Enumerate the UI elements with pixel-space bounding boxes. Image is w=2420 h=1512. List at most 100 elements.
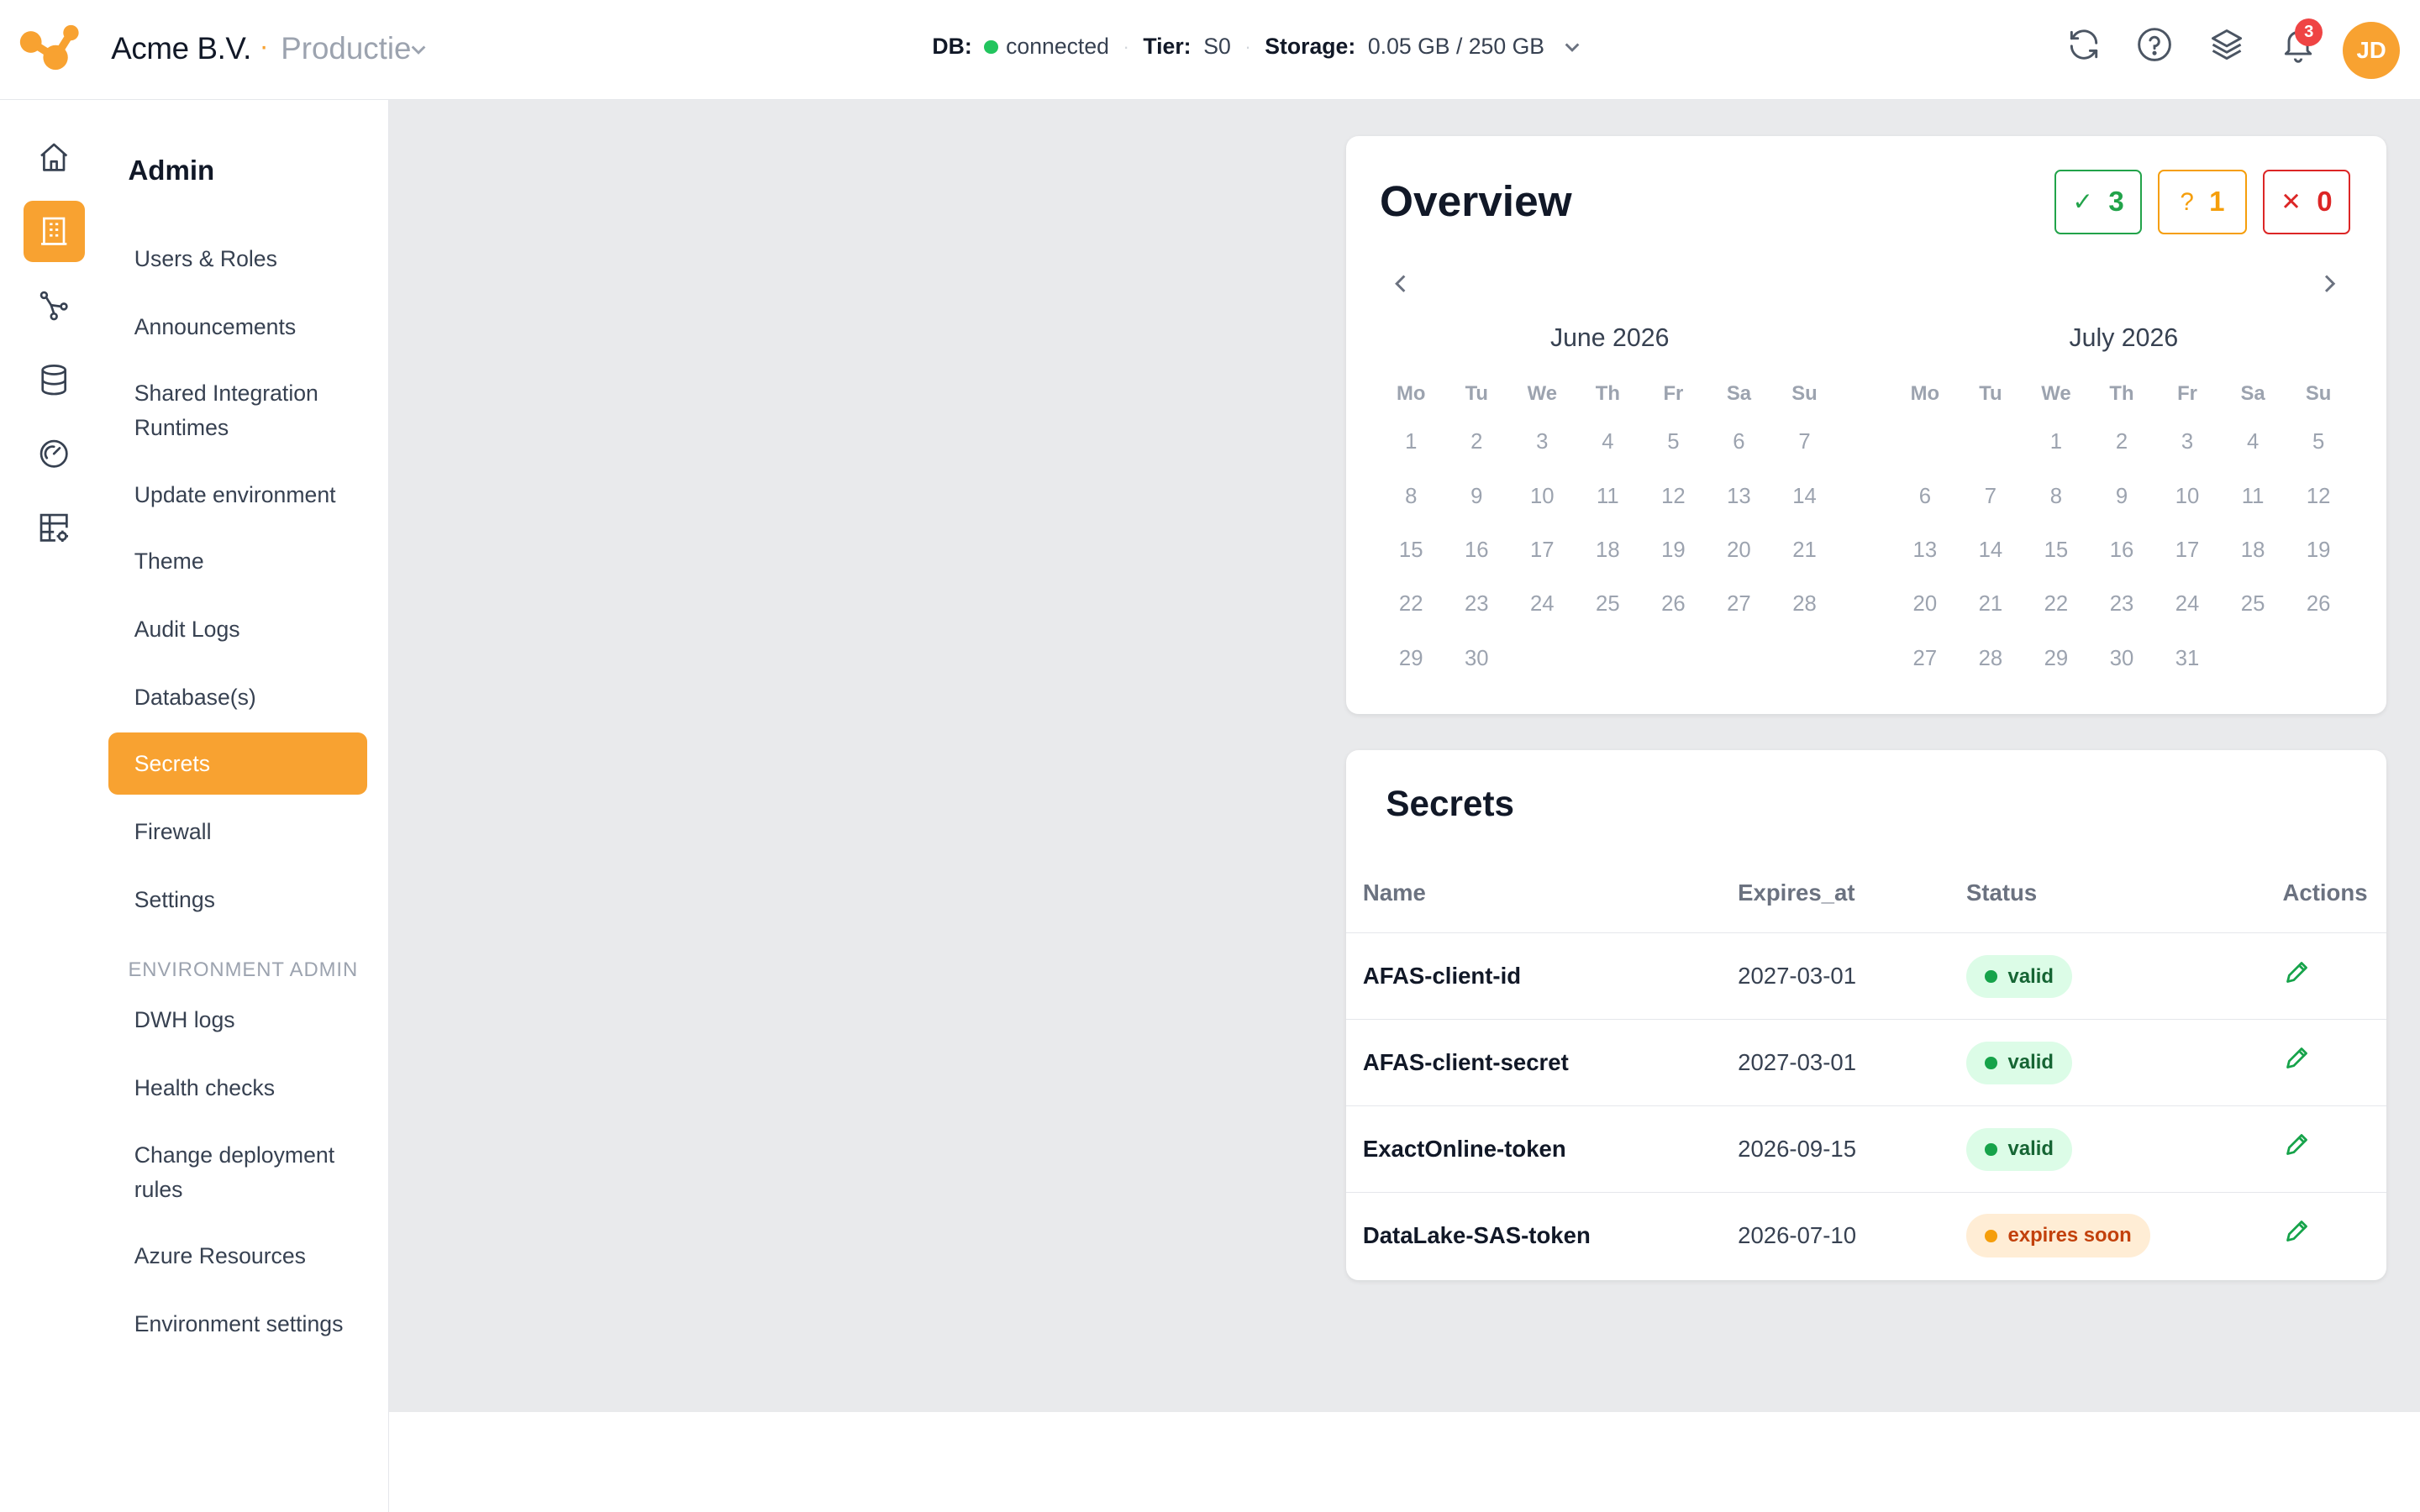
valid-count-badge[interactable]: ✓ 3 — [2054, 170, 2143, 235]
calendar-day[interactable]: 7 — [1771, 430, 1837, 484]
sidebar-item-theme[interactable]: Theme — [108, 544, 368, 578]
calendar-day[interactable]: 22 — [1378, 592, 1444, 646]
calendar-day[interactable]: 19 — [1640, 538, 1706, 592]
edit-icon[interactable] — [2283, 1044, 2311, 1072]
calendar-day[interactable]: 23 — [1444, 592, 1509, 646]
sidebar-item-change-deployment-rules[interactable]: Change deployment rules — [108, 1138, 340, 1206]
calendar-day[interactable]: 26 — [1640, 592, 1706, 646]
calendar-day[interactable]: 24 — [1509, 592, 1575, 646]
calendar-day[interactable]: 25 — [1575, 592, 1640, 646]
calendar-day[interactable]: 12 — [1640, 485, 1706, 538]
calendar-day[interactable]: 23 — [2089, 592, 2154, 646]
edit-icon[interactable] — [2283, 1217, 2311, 1245]
calendar-day[interactable]: 1 — [1378, 430, 1444, 484]
calendar-day[interactable]: 27 — [1892, 647, 1958, 701]
calendar-day[interactable]: 17 — [2154, 538, 2220, 592]
calendar-day[interactable]: 4 — [1575, 430, 1640, 484]
calendar-day[interactable]: 20 — [1706, 538, 1771, 592]
rail-item-admin[interactable] — [23, 200, 86, 263]
calendar-day[interactable]: 2 — [1444, 430, 1509, 484]
calendar-day[interactable]: 22 — [2023, 592, 2089, 646]
table-row[interactable]: DataLake-SAS-token 2026-07-10 expires so… — [1346, 1193, 2386, 1279]
chevron-left-icon[interactable] — [1389, 271, 1413, 296]
calendar-day[interactable]: 24 — [2154, 592, 2220, 646]
calendar-day[interactable]: 13 — [1706, 485, 1771, 538]
calendar-day[interactable]: 25 — [2220, 592, 2286, 646]
sidebar-item-audit-logs[interactable]: Audit Logs — [108, 612, 368, 646]
table-row[interactable]: AFAS-client-secret 2027-03-01 valid — [1345, 1020, 2386, 1106]
sidebar-item-health-checks[interactable]: Health checks — [108, 1071, 368, 1105]
calendar-day[interactable]: 21 — [1958, 592, 2023, 646]
calendar-day[interactable]: 6 — [1706, 430, 1771, 484]
calendar-day[interactable]: 16 — [2089, 538, 2154, 592]
calendar-day[interactable]: 14 — [1771, 485, 1837, 538]
sidebar-item-settings[interactable]: Settings — [108, 883, 368, 916]
calendar-day[interactable]: 15 — [2023, 538, 2089, 592]
table-row[interactable]: AFAS-client-id 2027-03-01 valid — [1345, 933, 2386, 1021]
chevron-down-icon[interactable] — [1563, 39, 1581, 55]
calendar-day[interactable]: 16 — [1444, 538, 1509, 592]
error-count-badge[interactable]: ✕ 0 — [2262, 170, 2351, 235]
sidebar-item-azure-resources[interactable]: Azure Resources — [108, 1239, 368, 1273]
calendar-day[interactable]: 13 — [1892, 538, 1958, 592]
sidebar-item-announcements[interactable]: Announcements — [108, 310, 368, 344]
sidebar-item-secrets[interactable]: Secrets — [108, 732, 368, 795]
notification-badge[interactable]: 3 — [2295, 18, 2323, 47]
rail-item-home[interactable] — [24, 127, 85, 188]
calendar-day[interactable]: 6 — [1892, 485, 1958, 538]
calendar-day[interactable]: 12 — [2286, 485, 2351, 538]
avatar[interactable]: JD — [2343, 21, 2401, 79]
calendar-day[interactable]: 11 — [2220, 485, 2286, 538]
calendar-day[interactable]: 8 — [2023, 485, 2089, 538]
column-header-status[interactable]: Status — [1966, 879, 2037, 906]
layers-icon[interactable] — [2208, 26, 2245, 63]
calendar-day[interactable]: 3 — [1509, 430, 1575, 484]
refresh-icon[interactable] — [2065, 26, 2102, 63]
column-header-expires[interactable]: Expires_at — [1738, 879, 1854, 906]
calendar-day[interactable]: 15 — [1378, 538, 1444, 592]
warning-count-badge[interactable]: ? 1 — [2157, 170, 2248, 235]
sidebar-item-users-roles[interactable]: Users & Roles — [108, 242, 368, 276]
app-logo[interactable] — [18, 24, 80, 73]
rail-item-tables[interactable] — [24, 496, 85, 558]
edit-icon[interactable] — [2283, 1131, 2311, 1158]
calendar-day[interactable]: 10 — [2154, 485, 2220, 538]
calendar-day[interactable]: 2 — [2089, 430, 2154, 484]
calendar-day[interactable]: 21 — [1771, 538, 1837, 592]
calendar-day[interactable]: 29 — [2023, 647, 2089, 701]
calendar-day[interactable]: 30 — [1444, 647, 1509, 701]
help-icon[interactable] — [2136, 26, 2173, 63]
sidebar-item-environment-settings[interactable]: Environment settings — [108, 1307, 368, 1341]
chevron-right-icon[interactable] — [2317, 271, 2341, 296]
calendar-day[interactable]: 9 — [2089, 485, 2154, 538]
calendar-day[interactable]: 29 — [1378, 647, 1444, 701]
calendar-day[interactable]: 27 — [1706, 592, 1771, 646]
sidebar-item-firewall[interactable]: Firewall — [108, 815, 368, 848]
calendar-day[interactable]: 7 — [1958, 485, 2023, 538]
calendar-day[interactable]: 28 — [1958, 647, 2023, 701]
environment-selector[interactable]: Productie — [281, 31, 411, 66]
sidebar-item-dwh-logs[interactable]: DWH logs — [108, 1003, 368, 1037]
edit-icon[interactable] — [2283, 958, 2311, 986]
calendar-day[interactable]: 9 — [1444, 485, 1509, 538]
calendar-day[interactable]: 14 — [1958, 538, 2023, 592]
table-row[interactable]: ExactOnline-token 2026-09-15 valid — [1345, 1106, 2386, 1193]
calendar-day[interactable]: 4 — [2220, 430, 2286, 484]
column-header-name[interactable]: Name — [1363, 879, 1426, 906]
calendar-day[interactable]: 5 — [1640, 430, 1706, 484]
calendar-day[interactable]: 10 — [1509, 485, 1575, 538]
calendar-day[interactable]: 1 — [2023, 430, 2089, 484]
calendar-day[interactable]: 5 — [2286, 430, 2351, 484]
calendar-day[interactable]: 11 — [1575, 485, 1640, 538]
calendar-day[interactable]: 31 — [2154, 647, 2220, 701]
calendar-day[interactable]: 28 — [1771, 592, 1837, 646]
sidebar-item-update-environment[interactable]: Update environment — [108, 478, 368, 512]
calendar-day[interactable]: 19 — [2286, 538, 2351, 592]
calendar-day[interactable]: 18 — [1575, 538, 1640, 592]
calendar-day[interactable]: 18 — [2220, 538, 2286, 592]
chevron-down-icon[interactable] — [409, 42, 428, 57]
calendar-day[interactable]: 26 — [2286, 592, 2351, 646]
calendar-day[interactable]: 17 — [1509, 538, 1575, 592]
rail-item-monitoring[interactable] — [24, 423, 85, 484]
rail-item-database[interactable] — [24, 349, 85, 410]
